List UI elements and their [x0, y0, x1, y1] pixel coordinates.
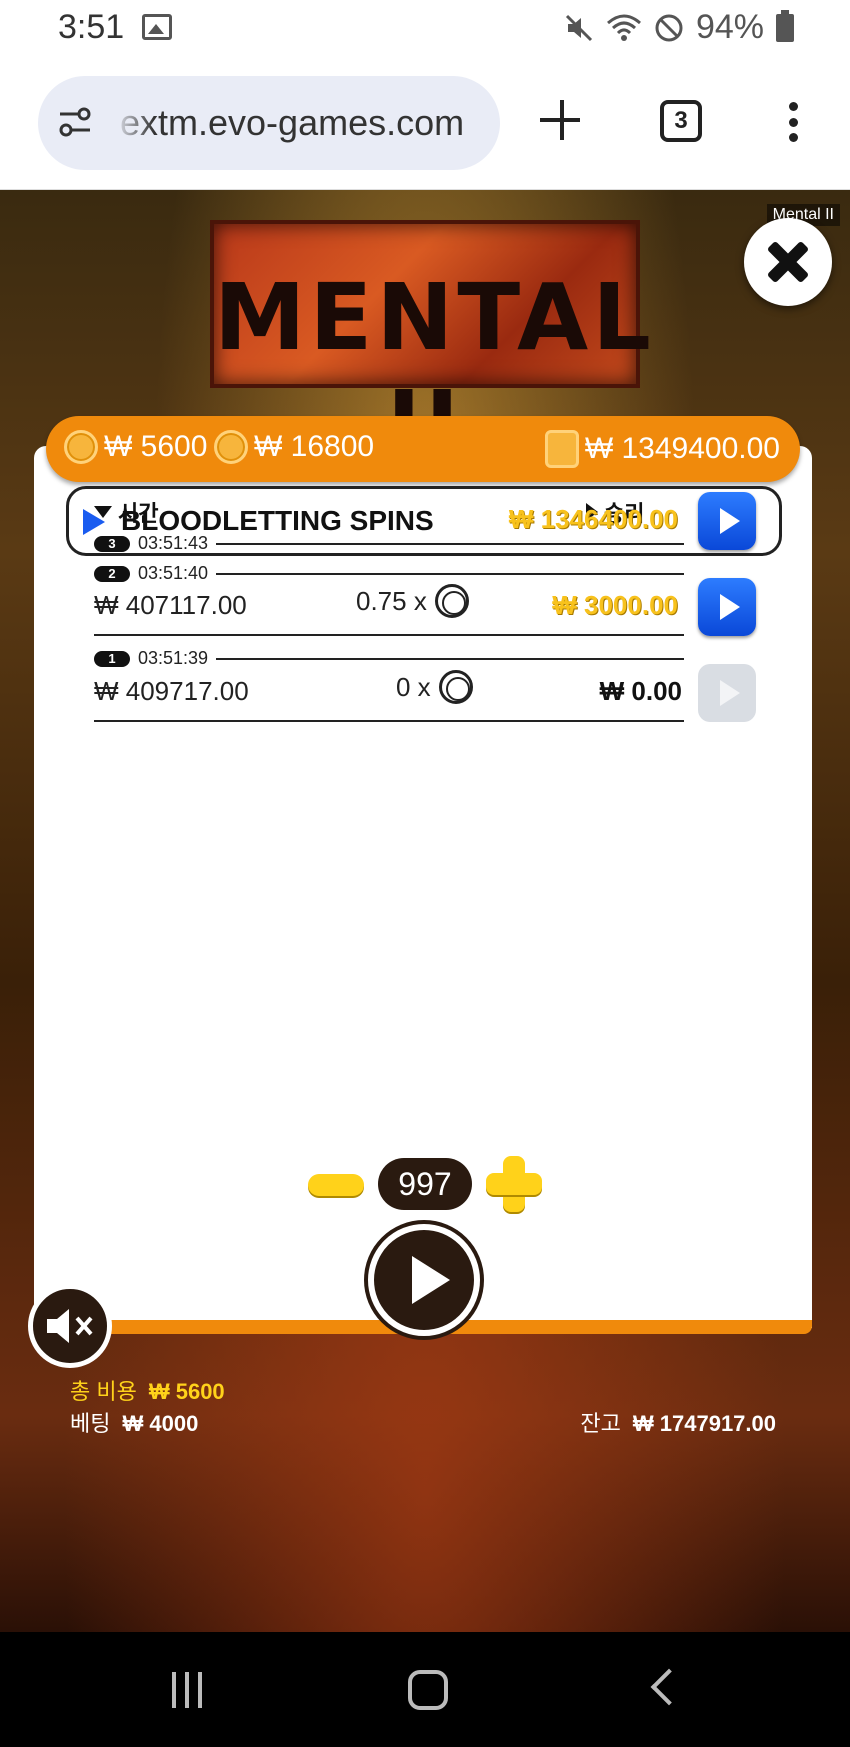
increase-spins-button[interactable] — [486, 1156, 542, 1212]
status-time: 3:51 — [58, 8, 125, 46]
status-bar: 3:51 94% — [0, 0, 850, 60]
cost-display: ₩ 5600 — [64, 430, 207, 464]
status-icons: 94% — [564, 8, 794, 47]
bet-amount: ₩ 409717.00 — [94, 676, 249, 706]
win-amount: ₩ 1346400.00 — [508, 504, 678, 534]
browser-menu-icon[interactable] — [786, 102, 800, 142]
history-header: ₩ 5600 ₩ 16800 ₩ 1349400.00 — [46, 416, 800, 482]
replay-button[interactable] — [698, 664, 756, 722]
win-amount: ₩ 3000.00 — [552, 590, 678, 620]
bet-amount: ₩ 407117.00 — [94, 590, 247, 620]
history-row-meta: 1 03:51:39 — [94, 648, 684, 669]
tab-switcher-button[interactable]: 3 — [660, 100, 702, 142]
address-bar[interactable]: extm.evo-games.com — [38, 76, 500, 170]
new-tab-icon[interactable] — [538, 98, 586, 146]
game-logo: MENTAL II — [210, 220, 651, 478]
game-area: Mental II MENTAL II ₩ 5600 ₩ 16800 ₩ 134… — [0, 190, 850, 1632]
back-button[interactable] — [650, 1668, 688, 1706]
url-text[interactable]: extm.evo-games.com — [120, 102, 464, 144]
sound-off-icon — [47, 1309, 93, 1343]
multiplier: 0 x — [396, 670, 473, 704]
coin-icon — [214, 430, 248, 464]
history-row-meta: 2 03:51:40 — [94, 563, 684, 584]
win-amount: ₩ 0.00 — [599, 676, 682, 706]
mute-icon — [565, 14, 592, 41]
replay-button[interactable] — [698, 492, 756, 550]
spin-button[interactable] — [368, 1224, 480, 1336]
battery-icon — [776, 9, 794, 42]
browser-toolbar: extm.evo-games.com 3 — [0, 60, 850, 190]
recent-apps-button[interactable] — [172, 1672, 202, 1708]
battery-percent: 94% — [695, 8, 764, 46]
spin-count: 997 — [378, 1158, 472, 1210]
decrease-spins-button[interactable] — [308, 1174, 364, 1196]
bet-display: 베팅 ₩ 4000 — [70, 1411, 199, 1436]
gallery-icon — [142, 14, 172, 40]
balance-footer: 잔고 ₩ 1747917.00 — [580, 1411, 776, 1436]
site-settings-icon[interactable] — [58, 104, 98, 140]
sound-toggle-button[interactable] — [28, 1284, 112, 1368]
balance-display: ₩ 1349400.00 — [544, 430, 780, 468]
block-icon — [655, 14, 683, 41]
coin-icon — [64, 430, 98, 464]
coin-icon — [438, 670, 473, 704]
wallet-icon — [544, 430, 579, 468]
multiplier: 0.75 x — [356, 584, 469, 618]
bonus-cost-display: ₩ 16800 — [214, 430, 374, 464]
expand-icon[interactable] — [83, 509, 105, 535]
home-button[interactable] — [408, 1670, 448, 1710]
coin-icon — [434, 584, 469, 618]
total-cost: 총 비용 ₩ 5600 — [70, 1379, 225, 1404]
system-nav-bar — [0, 1632, 850, 1747]
wifi-icon — [606, 14, 641, 41]
close-history-button[interactable] — [744, 218, 832, 306]
replay-button[interactable] — [698, 578, 756, 636]
